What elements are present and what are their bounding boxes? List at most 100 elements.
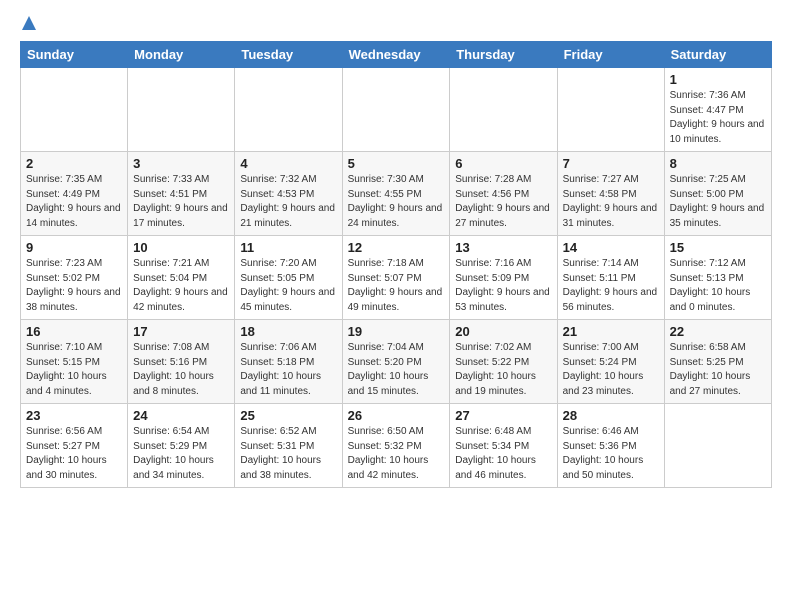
day-cell: 11 Sunrise: 7:20 AMSunset: 5:05 PMDayligh… bbox=[235, 236, 342, 320]
weekday-friday: Friday bbox=[557, 42, 664, 68]
day-info: Sunrise: 7:23 AMSunset: 5:02 PMDaylight:… bbox=[26, 257, 122, 315]
day-cell bbox=[450, 68, 557, 152]
day-number: 14 bbox=[563, 240, 659, 255]
day-cell bbox=[128, 68, 235, 152]
weekday-saturday: Saturday bbox=[664, 42, 771, 68]
page: SundayMondayTuesdayWednesdayThursdayFrid… bbox=[0, 0, 792, 504]
day-info: Sunrise: 7:33 AMSunset: 4:51 PMDaylight:… bbox=[133, 173, 229, 231]
day-cell: 1 Sunrise: 7:36 AMSunset: 4:47 PMDaylight… bbox=[664, 68, 771, 152]
day-info: Sunrise: 7:06 AMSunset: 5:18 PMDaylight:… bbox=[240, 341, 336, 399]
day-info: Sunrise: 7:00 AMSunset: 5:24 PMDaylight:… bbox=[563, 341, 659, 399]
weekday-tuesday: Tuesday bbox=[235, 42, 342, 68]
day-number: 2 bbox=[26, 156, 122, 171]
day-number: 9 bbox=[26, 240, 122, 255]
day-info: Sunrise: 7:21 AMSunset: 5:04 PMDaylight:… bbox=[133, 257, 229, 315]
day-info: Sunrise: 7:08 AMSunset: 5:16 PMDaylight:… bbox=[133, 341, 229, 399]
day-number: 27 bbox=[455, 408, 551, 423]
day-cell: 14 Sunrise: 7:14 AMSunset: 5:11 PMDayligh… bbox=[557, 236, 664, 320]
day-cell: 10 Sunrise: 7:21 AMSunset: 5:04 PMDayligh… bbox=[128, 236, 235, 320]
day-info: Sunrise: 7:20 AMSunset: 5:05 PMDaylight:… bbox=[240, 257, 336, 315]
day-info: Sunrise: 7:32 AMSunset: 4:53 PMDaylight:… bbox=[240, 173, 336, 231]
day-info: Sunrise: 6:52 AMSunset: 5:31 PMDaylight:… bbox=[240, 425, 336, 483]
logo bbox=[20, 16, 36, 33]
day-number: 17 bbox=[133, 324, 229, 339]
day-number: 22 bbox=[670, 324, 766, 339]
day-cell: 25 Sunrise: 6:52 AMSunset: 5:31 PMDayligh… bbox=[235, 404, 342, 488]
day-cell: 9 Sunrise: 7:23 AMSunset: 5:02 PMDaylight… bbox=[21, 236, 128, 320]
day-cell: 4 Sunrise: 7:32 AMSunset: 4:53 PMDaylight… bbox=[235, 152, 342, 236]
day-cell: 3 Sunrise: 7:33 AMSunset: 4:51 PMDaylight… bbox=[128, 152, 235, 236]
day-info: Sunrise: 6:48 AMSunset: 5:34 PMDaylight:… bbox=[455, 425, 551, 483]
day-number: 18 bbox=[240, 324, 336, 339]
day-cell bbox=[235, 68, 342, 152]
day-cell: 6Sunrise: 7:28 AMSunset: 4:56 PMDaylight… bbox=[450, 152, 557, 236]
day-cell: 5 Sunrise: 7:30 AMSunset: 4:55 PMDaylight… bbox=[342, 152, 450, 236]
day-number: 21 bbox=[563, 324, 659, 339]
week-row-4: 16Sunrise: 7:10 AMSunset: 5:15 PMDayligh… bbox=[21, 320, 772, 404]
day-cell: 16Sunrise: 7:10 AMSunset: 5:15 PMDayligh… bbox=[21, 320, 128, 404]
day-info: Sunrise: 7:10 AMSunset: 5:15 PMDaylight:… bbox=[26, 341, 122, 399]
day-number: 1 bbox=[670, 72, 766, 87]
day-number: 10 bbox=[133, 240, 229, 255]
week-row-2: 2 Sunrise: 7:35 AMSunset: 4:49 PMDaylight… bbox=[21, 152, 772, 236]
day-number: 20 bbox=[455, 324, 551, 339]
weekday-sunday: Sunday bbox=[21, 42, 128, 68]
day-number: 11 bbox=[240, 240, 336, 255]
day-cell: 2 Sunrise: 7:35 AMSunset: 4:49 PMDaylight… bbox=[21, 152, 128, 236]
header bbox=[20, 16, 772, 33]
day-cell: 18 Sunrise: 7:06 AMSunset: 5:18 PMDayligh… bbox=[235, 320, 342, 404]
day-number: 5 bbox=[348, 156, 445, 171]
day-cell: 20 Sunrise: 7:02 AMSunset: 5:22 PMDayligh… bbox=[450, 320, 557, 404]
day-info: Sunrise: 7:04 AMSunset: 5:20 PMDaylight:… bbox=[348, 341, 445, 399]
day-cell: 23 Sunrise: 6:56 AMSunset: 5:27 PMDayligh… bbox=[21, 404, 128, 488]
day-info: Sunrise: 6:46 AMSunset: 5:36 PMDaylight:… bbox=[563, 425, 659, 483]
day-info: Sunrise: 6:54 AMSunset: 5:29 PMDaylight:… bbox=[133, 425, 229, 483]
day-info: Sunrise: 7:14 AMSunset: 5:11 PMDaylight:… bbox=[563, 257, 659, 315]
logo-arrow-icon bbox=[22, 16, 36, 30]
day-info: Sunrise: 7:36 AMSunset: 4:47 PMDaylight:… bbox=[670, 89, 766, 147]
day-info: Sunrise: 7:16 AMSunset: 5:09 PMDaylight:… bbox=[455, 257, 551, 315]
day-cell bbox=[21, 68, 128, 152]
day-cell: 8Sunrise: 7:25 AMSunset: 5:00 PMDaylight… bbox=[664, 152, 771, 236]
day-number: 4 bbox=[240, 156, 336, 171]
day-info: Sunrise: 7:18 AMSunset: 5:07 PMDaylight:… bbox=[348, 257, 445, 315]
day-cell: 13 Sunrise: 7:16 AMSunset: 5:09 PMDayligh… bbox=[450, 236, 557, 320]
day-info: Sunrise: 6:56 AMSunset: 5:27 PMDaylight:… bbox=[26, 425, 122, 483]
day-number: 19 bbox=[348, 324, 445, 339]
day-cell: 17 Sunrise: 7:08 AMSunset: 5:16 PMDayligh… bbox=[128, 320, 235, 404]
day-cell: 19 Sunrise: 7:04 AMSunset: 5:20 PMDayligh… bbox=[342, 320, 450, 404]
weekday-monday: Monday bbox=[128, 42, 235, 68]
weekday-header-row: SundayMondayTuesdayWednesdayThursdayFrid… bbox=[21, 42, 772, 68]
day-info: Sunrise: 7:25 AMSunset: 5:00 PMDaylight:… bbox=[670, 173, 766, 231]
day-number: 23 bbox=[26, 408, 122, 423]
day-cell: 15Sunrise: 7:12 AMSunset: 5:13 PMDayligh… bbox=[664, 236, 771, 320]
day-cell: 27 Sunrise: 6:48 AMSunset: 5:34 PMDayligh… bbox=[450, 404, 557, 488]
day-info: Sunrise: 7:02 AMSunset: 5:22 PMDaylight:… bbox=[455, 341, 551, 399]
day-cell: 21 Sunrise: 7:00 AMSunset: 5:24 PMDayligh… bbox=[557, 320, 664, 404]
day-number: 13 bbox=[455, 240, 551, 255]
day-cell: 22 Sunrise: 6:58 AMSunset: 5:25 PMDayligh… bbox=[664, 320, 771, 404]
day-number: 28 bbox=[563, 408, 659, 423]
day-number: 3 bbox=[133, 156, 229, 171]
day-info: Sunrise: 7:12 AMSunset: 5:13 PMDaylight:… bbox=[670, 257, 766, 315]
day-cell: 7Sunrise: 7:27 AMSunset: 4:58 PMDaylight… bbox=[557, 152, 664, 236]
day-info: Sunrise: 6:58 AMSunset: 5:25 PMDaylight:… bbox=[670, 341, 766, 399]
day-number: 12 bbox=[348, 240, 445, 255]
day-number: 25 bbox=[240, 408, 336, 423]
day-cell: 26Sunrise: 6:50 AMSunset: 5:32 PMDayligh… bbox=[342, 404, 450, 488]
day-cell: 24 Sunrise: 6:54 AMSunset: 5:29 PMDayligh… bbox=[128, 404, 235, 488]
day-number: 6 bbox=[455, 156, 551, 171]
day-cell bbox=[342, 68, 450, 152]
day-info: Sunrise: 7:30 AMSunset: 4:55 PMDaylight:… bbox=[348, 173, 445, 231]
day-number: 7 bbox=[563, 156, 659, 171]
calendar-table: SundayMondayTuesdayWednesdayThursdayFrid… bbox=[20, 41, 772, 488]
weekday-wednesday: Wednesday bbox=[342, 42, 450, 68]
day-cell bbox=[664, 404, 771, 488]
week-row-5: 23 Sunrise: 6:56 AMSunset: 5:27 PMDayligh… bbox=[21, 404, 772, 488]
day-cell bbox=[557, 68, 664, 152]
day-cell: 28 Sunrise: 6:46 AMSunset: 5:36 PMDayligh… bbox=[557, 404, 664, 488]
day-number: 24 bbox=[133, 408, 229, 423]
day-info: Sunrise: 7:35 AMSunset: 4:49 PMDaylight:… bbox=[26, 173, 122, 231]
week-row-3: 9 Sunrise: 7:23 AMSunset: 5:02 PMDaylight… bbox=[21, 236, 772, 320]
day-info: Sunrise: 6:50 AMSunset: 5:32 PMDaylight:… bbox=[348, 425, 445, 483]
